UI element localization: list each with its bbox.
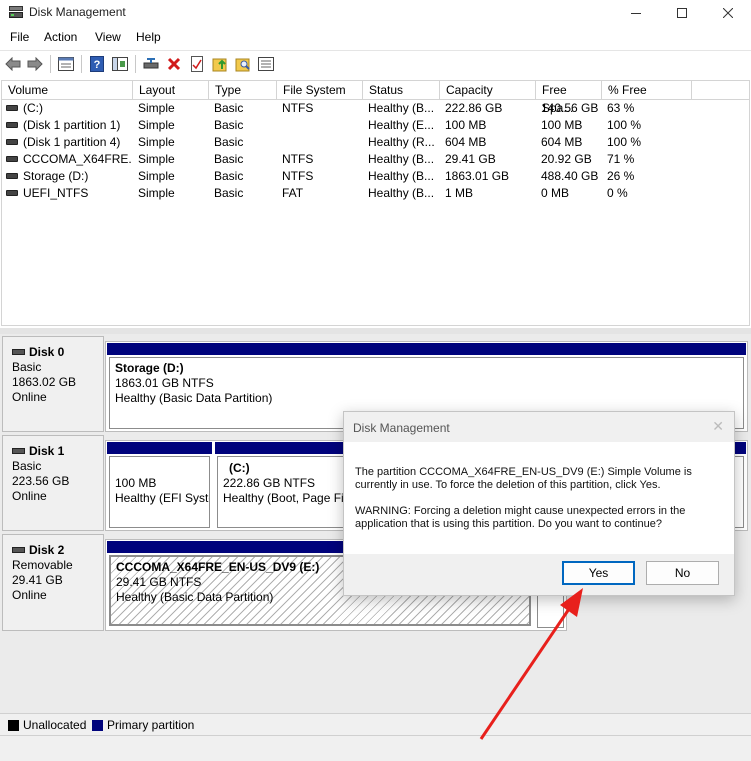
annotation-arrow-icon xyxy=(479,588,583,740)
